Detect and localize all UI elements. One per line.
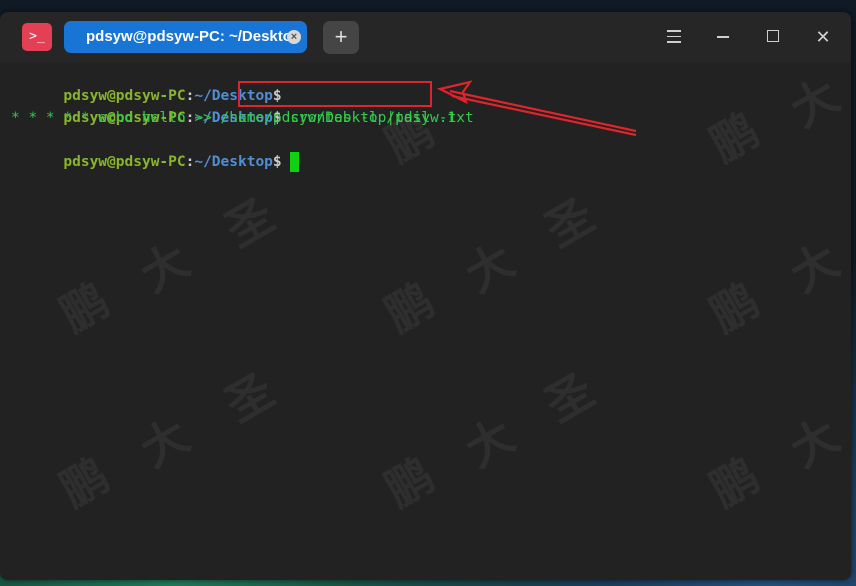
terminal-window: >_ pdsyw@pdsyw-PC: ~/Desktop × + ✕ pdsyw… (0, 12, 851, 580)
tab-close-icon[interactable]: × (287, 30, 301, 44)
title-bar: >_ pdsyw@pdsyw-PC: ~/Desktop × + ✕ (0, 12, 851, 62)
terminal-app-icon[interactable]: >_ (22, 23, 52, 51)
watermark-char: 鹏 (701, 447, 768, 518)
watermark-char: 鹏 (376, 272, 443, 343)
menu-icon[interactable] (663, 26, 685, 48)
watermark-char: 鹏 (51, 272, 118, 343)
prompt-user: pdsyw@pdsyw-PC (63, 154, 186, 170)
watermark-char: 圣 (536, 187, 603, 258)
watermark-char: 大 (456, 407, 523, 478)
watermark-char: 大 (456, 232, 523, 303)
tab-title: pdsyw@pdsyw-PC: ~/Desktop (86, 28, 302, 45)
text-cursor (289, 152, 299, 172)
watermark-char: 大 (781, 232, 848, 303)
watermark-char: 鹏 (51, 447, 118, 518)
watermark-char: 鹏 (701, 102, 768, 173)
terminal-area[interactable]: pdsyw@pdsyw-PC:~/Desktop$ pdsyw@pdsyw-PC… (0, 62, 851, 580)
watermark-char: 圣 (536, 362, 603, 433)
watermark-char: 鹏 (701, 272, 768, 343)
minimize-icon[interactable] (712, 26, 734, 48)
new-tab-button[interactable]: + (323, 21, 359, 54)
terminal-line: pdsyw@pdsyw-PC:~/Desktop$ (11, 129, 299, 172)
watermark-char: 大 (781, 67, 848, 138)
tab-terminal[interactable]: pdsyw@pdsyw-PC: ~/Desktop × (64, 21, 307, 53)
prompt-path: ~/Desktop (194, 154, 273, 170)
close-icon[interactable]: ✕ (812, 26, 834, 48)
watermark-char: 大 (131, 232, 198, 303)
maximize-icon[interactable] (762, 26, 784, 48)
watermark-char: 鹏 (376, 447, 443, 518)
watermark-char: 大 (781, 407, 848, 478)
prompt-dollar: $ (272, 154, 282, 170)
annotation-highlight-box (238, 81, 432, 107)
watermark-char: 圣 (216, 362, 283, 433)
watermark-char: 大 (131, 407, 198, 478)
watermark-char: 圣 (216, 187, 283, 258)
output-line: * * * * * echo hello >> /home/pdsyw/Desk… (11, 110, 474, 126)
